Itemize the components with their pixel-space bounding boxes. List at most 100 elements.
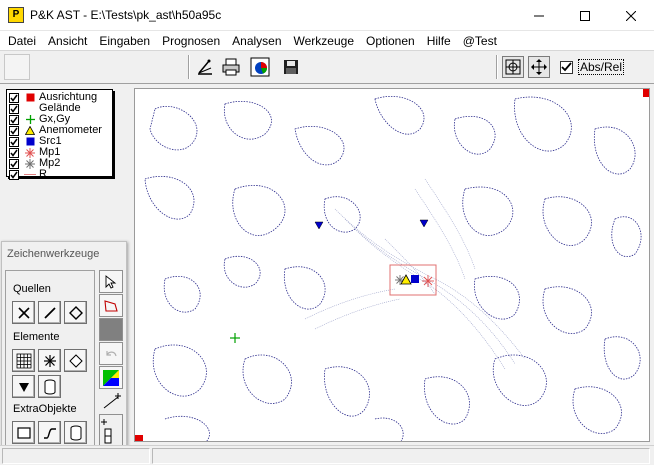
legend-checkbox[interactable] bbox=[9, 103, 19, 114]
print-button[interactable] bbox=[220, 56, 242, 78]
eraser-tool[interactable] bbox=[64, 349, 87, 372]
green-plus-icon bbox=[24, 114, 36, 125]
close-button[interactable] bbox=[608, 0, 654, 31]
rectangle-tool[interactable] bbox=[12, 421, 35, 444]
drawing-tools-palette: Zeichenwerkzeuge Quellen Elemente ExtraO… bbox=[1, 241, 127, 454]
color-palette-icon bbox=[103, 369, 119, 386]
cylinder-icon bbox=[70, 425, 81, 440]
blue-square-icon bbox=[24, 136, 36, 147]
curve-line-icon bbox=[43, 427, 56, 439]
checkmark-icon bbox=[10, 116, 18, 124]
legend-item-mp2[interactable]: Mp2 bbox=[9, 158, 60, 169]
menu-ansicht[interactable]: Ansicht bbox=[42, 31, 93, 51]
status-cell bbox=[152, 448, 650, 464]
receptor-point-tool[interactable] bbox=[38, 349, 61, 372]
polygon-icon bbox=[104, 299, 118, 312]
floppy-disk-icon bbox=[284, 60, 298, 74]
section-quellen: Quellen bbox=[13, 283, 51, 295]
zoom-fit-button[interactable] bbox=[502, 56, 524, 78]
menu-werkzeuge[interactable]: Werkzeuge bbox=[288, 31, 360, 51]
legend-checkbox[interactable] bbox=[9, 92, 19, 103]
save-button[interactable] bbox=[280, 56, 302, 78]
polygon-tool[interactable] bbox=[99, 294, 123, 317]
legend-checkbox[interactable] bbox=[9, 125, 19, 136]
abs-rel-toggle[interactable]: Abs/Rel bbox=[560, 59, 625, 75]
pink-line-icon bbox=[24, 169, 36, 180]
palette-title: Zeichenwerkzeuge bbox=[7, 248, 100, 260]
red-asterisk-icon bbox=[24, 147, 36, 158]
layer-legend: Ausrichtung Gelände Gx,Gy Anemometer Src… bbox=[6, 89, 113, 180]
gray-square-icon bbox=[104, 323, 118, 336]
undo-arrow-icon bbox=[106, 350, 117, 356]
corner-marker-bottom-left bbox=[135, 435, 143, 441]
legend-checkbox[interactable] bbox=[9, 169, 19, 180]
legend-checkbox[interactable] bbox=[9, 158, 19, 169]
slider-icon bbox=[101, 419, 112, 444]
checkmark-icon bbox=[10, 149, 18, 157]
palette-tools-panel: Quellen Elemente ExtraObjekte bbox=[5, 270, 95, 452]
legend-checkbox[interactable] bbox=[9, 147, 19, 158]
menu-prognosen[interactable]: Prognosen bbox=[156, 31, 226, 51]
color-tool[interactable] bbox=[99, 366, 123, 389]
minimize-button[interactable] bbox=[516, 0, 562, 31]
point-source-tool[interactable] bbox=[12, 301, 35, 324]
printer-icon bbox=[222, 58, 240, 76]
legend-checkbox[interactable] bbox=[9, 136, 19, 147]
section-extraobjekte: ExtraObjekte bbox=[13, 403, 77, 415]
legend-label: R bbox=[39, 168, 47, 180]
pan-button[interactable] bbox=[528, 56, 550, 78]
status-bar bbox=[0, 445, 654, 465]
legend-item-r[interactable]: R bbox=[9, 169, 47, 180]
app-icon: P bbox=[8, 7, 24, 23]
diagonal-line-icon bbox=[43, 306, 56, 319]
building-tool[interactable] bbox=[38, 375, 61, 398]
toolbar-separator bbox=[496, 55, 498, 79]
line-source-tool[interactable] bbox=[38, 301, 61, 324]
anemometer-marker[interactable] bbox=[400, 274, 412, 285]
toolbar-separator bbox=[188, 55, 190, 79]
polyline-tool[interactable] bbox=[38, 421, 61, 444]
corner-marker-top-right bbox=[643, 89, 649, 97]
menu-optionen[interactable]: Optionen bbox=[360, 31, 421, 51]
section-elemente: Elemente bbox=[13, 331, 60, 343]
wind-marker-left[interactable] bbox=[314, 221, 324, 230]
menu-analysen[interactable]: Analysen bbox=[226, 31, 287, 51]
menu-datei[interactable]: Datei bbox=[2, 31, 42, 51]
red-square-icon bbox=[24, 92, 36, 103]
src1-marker[interactable] bbox=[411, 275, 419, 283]
map-canvas[interactable] bbox=[134, 88, 650, 442]
checkmark-icon bbox=[10, 138, 18, 146]
menu-eingaben[interactable]: Eingaben bbox=[93, 31, 156, 51]
checkmark-icon bbox=[561, 61, 572, 71]
gxgy-marker[interactable] bbox=[230, 333, 240, 343]
mp1-marker[interactable] bbox=[422, 275, 434, 287]
wind-direction-tool[interactable] bbox=[12, 375, 35, 398]
rectangle-icon bbox=[16, 426, 31, 439]
menu-hilfe[interactable]: Hilfe bbox=[421, 31, 457, 51]
checkmark-icon bbox=[10, 105, 18, 113]
maximize-icon bbox=[580, 10, 590, 21]
cylinder-icon bbox=[44, 379, 55, 394]
compass-icon bbox=[198, 59, 212, 75]
checkmark-icon bbox=[10, 127, 18, 135]
maximize-button[interactable] bbox=[562, 0, 608, 31]
menu-test[interactable]: @Test bbox=[457, 31, 503, 51]
abs-rel-checkbox[interactable] bbox=[560, 60, 573, 74]
undo-tool[interactable] bbox=[99, 342, 123, 365]
grid-tool[interactable] bbox=[12, 349, 35, 372]
wind-marker-right[interactable] bbox=[419, 219, 429, 228]
toolbar-blank-button[interactable] bbox=[4, 54, 30, 80]
cylinder-object-tool[interactable] bbox=[64, 421, 87, 444]
legend-checkbox[interactable] bbox=[9, 114, 19, 125]
chart-report-button[interactable] bbox=[249, 56, 271, 78]
zoom-plus-tool[interactable] bbox=[99, 390, 123, 413]
select-tool[interactable] bbox=[99, 270, 123, 293]
pie-chart-icon bbox=[250, 57, 270, 77]
title-bar: P P&K AST - E:\Tests\pk_ast\h50a95c bbox=[0, 0, 654, 31]
compass-button[interactable] bbox=[194, 56, 216, 78]
window-controls bbox=[516, 0, 654, 31]
area-source-tool[interactable] bbox=[64, 301, 87, 324]
move-arrows-icon bbox=[531, 59, 547, 75]
terrain-contour-map bbox=[135, 89, 649, 441]
fill-tool[interactable] bbox=[99, 318, 123, 341]
